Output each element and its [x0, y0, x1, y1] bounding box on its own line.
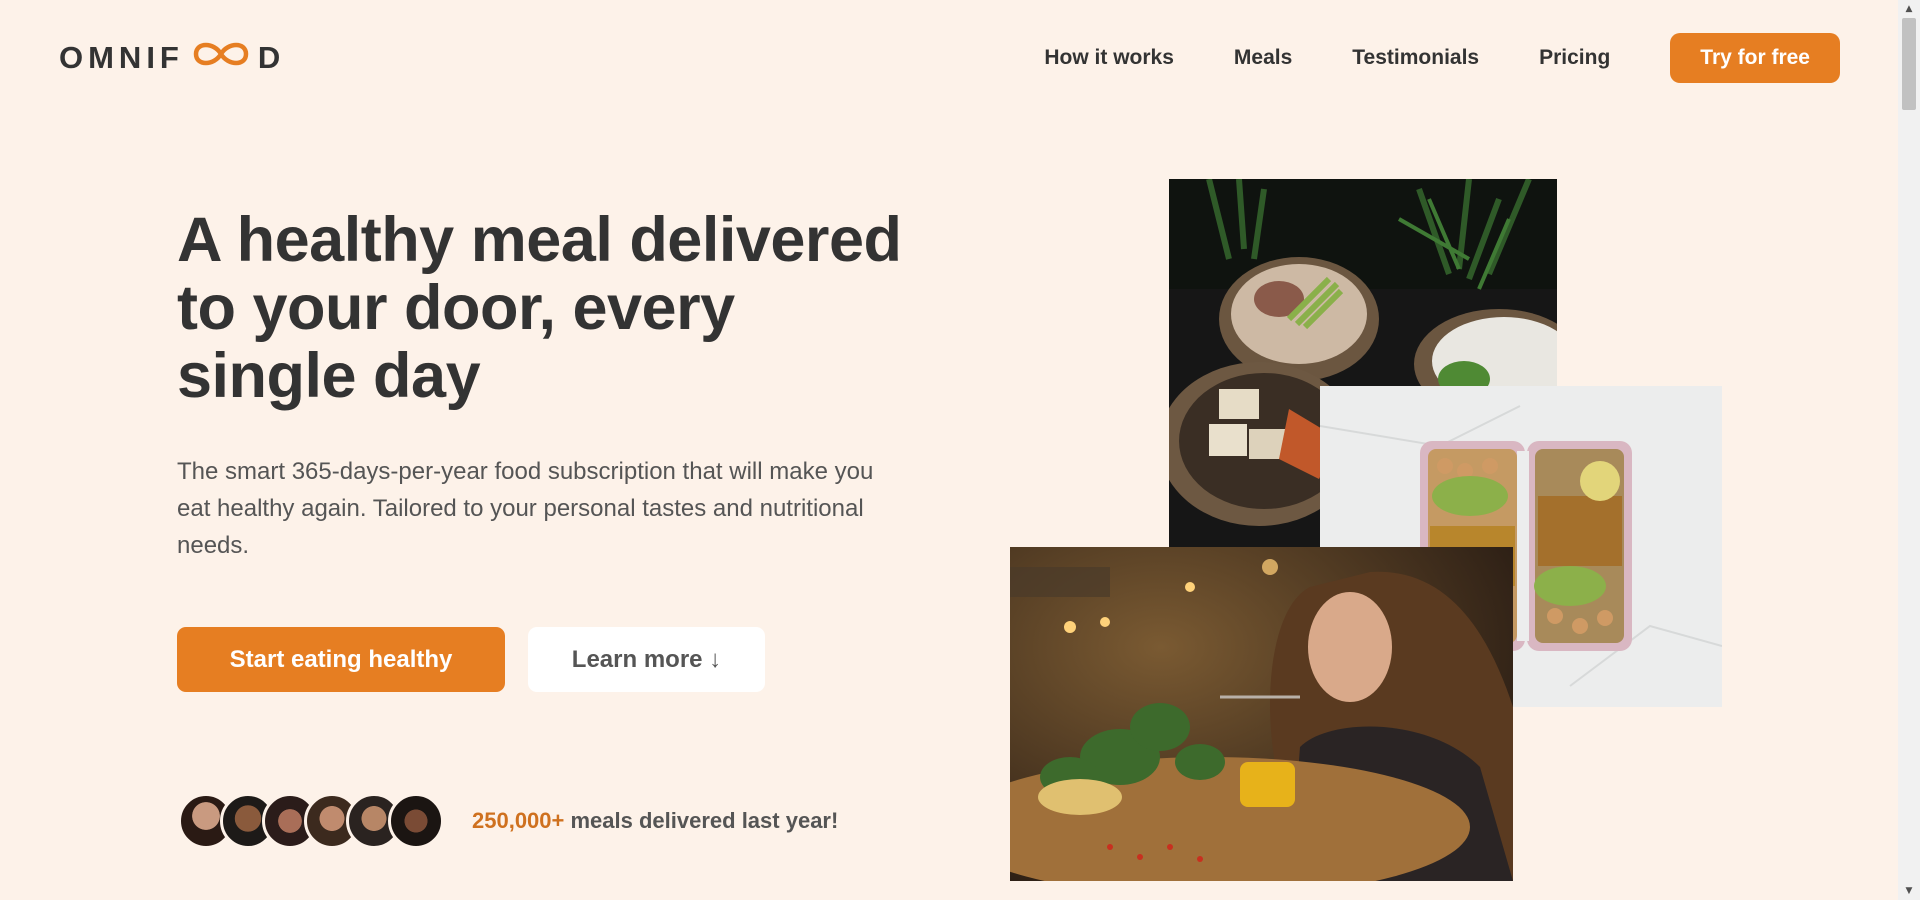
page-scrollbar[interactable]: ▲ ▼ — [1898, 0, 1920, 900]
nav-meals[interactable]: Meals — [1234, 46, 1292, 70]
try-for-free-button[interactable]: Try for free — [1670, 33, 1840, 83]
hero-description: The smart 365-days-per-year food subscri… — [177, 458, 874, 559]
avatar — [388, 793, 444, 849]
nav-testimonials[interactable]: Testimonials — [1352, 46, 1479, 70]
triangle-up-icon[interactable]: ▲ — [1898, 0, 1920, 18]
nav-pricing[interactable]: Pricing — [1539, 46, 1610, 70]
main-nav: How it works Meals Testimonials Pricing … — [1044, 33, 1840, 83]
nav-how-it-works[interactable]: How it works — [1044, 46, 1174, 70]
hero-title: A healthy meal delivered to your door, e… — [177, 205, 902, 411]
logo-text-right: D — [257, 40, 286, 75]
learn-more-button[interactable]: Learn more ↓ — [528, 627, 765, 692]
meals-delivered-label: meals delivered last year! — [564, 808, 839, 833]
scrollbar-thumb[interactable] — [1902, 18, 1916, 110]
customer-avatars — [178, 793, 444, 849]
hero-image-woman-eating — [1010, 547, 1513, 881]
logo-text-left: OMNIF — [59, 40, 184, 75]
logo[interactable]: OMNIF D — [59, 38, 285, 78]
start-eating-healthy-button[interactable]: Start eating healthy — [177, 627, 505, 692]
infinity-icon — [186, 37, 256, 79]
meals-delivered-count: 250,000+ — [472, 808, 565, 833]
site-header: OMNIF D How it works Meals Testimonials … — [0, 0, 1898, 118]
meals-delivered-text: 250,000+ meals delivered last year! — [472, 808, 838, 834]
triangle-down-icon[interactable]: ▼ — [1898, 882, 1920, 900]
